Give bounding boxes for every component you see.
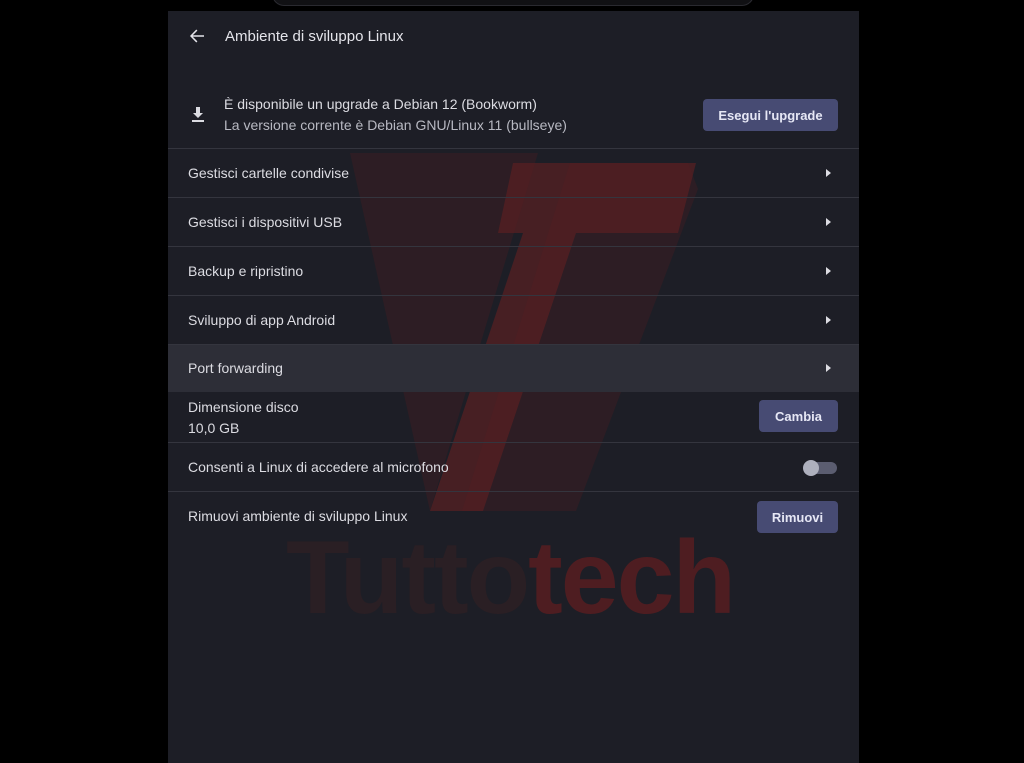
disk-size-label: Dimensione disco — [188, 399, 299, 415]
menu-row-label: Gestisci cartelle condivise — [188, 165, 350, 181]
menu-row-backup-restore[interactable]: Backup e ripristino — [168, 246, 859, 295]
chevron-right-icon — [826, 267, 831, 275]
disk-size-row: Dimensione disco 10,0 GB Cambia — [168, 392, 859, 442]
chevron-right-icon — [826, 316, 831, 324]
menu-row-label: Port forwarding — [188, 360, 283, 376]
page-title: Ambiente di sviluppo Linux — [225, 28, 404, 45]
microphone-toggle[interactable] — [803, 460, 837, 476]
top-window-edge — [272, 0, 754, 6]
menu-row-shared-folders[interactable]: Gestisci cartelle condivise — [168, 148, 859, 197]
chevron-right-icon — [826, 218, 831, 226]
menu-row-android-dev[interactable]: Sviluppo di app Android — [168, 295, 859, 344]
chevron-right-icon — [826, 364, 831, 372]
disk-size-value: 10,0 GB — [188, 420, 240, 436]
remove-linux-label: Rimuovi ambiente di sviluppo Linux — [188, 508, 408, 524]
back-button[interactable] — [184, 23, 210, 49]
upgrade-button[interactable]: Esegui l'upgrade — [703, 99, 838, 131]
upgrade-row: È disponibile un upgrade a Debian 12 (Bo… — [168, 86, 859, 148]
remove-button[interactable]: Rimuovi — [757, 501, 838, 533]
download-icon — [192, 107, 204, 122]
remove-linux-row: Rimuovi ambiente di sviluppo Linux Rimuo… — [168, 491, 859, 541]
change-disk-button[interactable]: Cambia — [759, 400, 838, 432]
upgrade-title: È disponibile un upgrade a Debian 12 (Bo… — [224, 96, 537, 112]
upgrade-subtitle: La versione corrente è Debian GNU/Linux … — [224, 117, 567, 133]
menu-row-label: Backup e ripristino — [188, 263, 304, 279]
microphone-row: Consenti a Linux di accedere al microfon… — [168, 442, 859, 491]
arrow-left-icon — [190, 29, 204, 43]
page-header: Ambiente di sviluppo Linux — [168, 11, 859, 63]
menu-row-label: Gestisci i dispositivi USB — [188, 214, 343, 230]
menu-row-usb-devices[interactable]: Gestisci i dispositivi USB — [168, 197, 859, 246]
chevron-right-icon — [826, 169, 831, 177]
microphone-label: Consenti a Linux di accedere al microfon… — [188, 459, 449, 475]
menu-row-label: Sviluppo di app Android — [188, 312, 336, 328]
menu-row-port-forwarding[interactable]: Port forwarding — [168, 344, 859, 392]
toggle-knob — [803, 460, 819, 476]
settings-panel: Tuttotech Ambiente di sviluppo Linux È d… — [168, 11, 859, 763]
